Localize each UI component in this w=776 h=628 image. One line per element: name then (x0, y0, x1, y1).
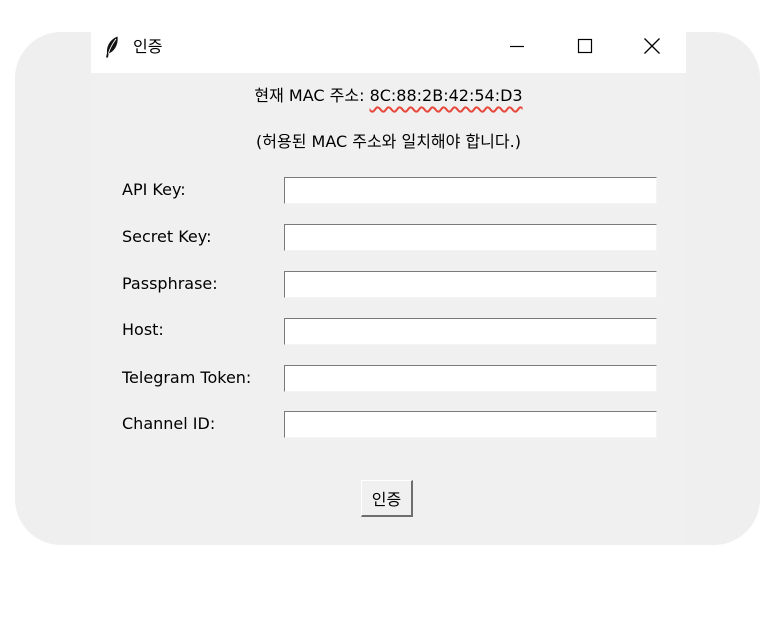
title-bar[interactable]: 인증 (91, 22, 686, 73)
close-icon (643, 37, 661, 59)
passphrase-label: Passphrase: (122, 274, 218, 293)
close-button[interactable] (618, 22, 686, 73)
window-title: 인증 (133, 37, 163, 56)
mac-address-line: 현재 MAC 주소: 8C:88:2B:42:54:D3 (91, 85, 686, 107)
host-label: Host: (122, 320, 164, 339)
secret-key-input[interactable] (284, 224, 657, 251)
telegram-token-label: Telegram Token: (122, 368, 252, 387)
minimize-button[interactable] (483, 22, 551, 73)
channel-id-input[interactable] (284, 411, 657, 438)
feather-icon (105, 36, 119, 58)
channel-id-label: Channel ID: (122, 414, 216, 433)
form-area: 현재 MAC 주소: 8C:88:2B:42:54:D3 (허용된 MAC 주소… (91, 73, 686, 545)
mac-address-prefix: 현재 MAC 주소: (254, 86, 370, 105)
telegram-token-input[interactable] (284, 365, 657, 392)
minimize-icon (509, 38, 525, 58)
passphrase-input[interactable] (284, 271, 657, 298)
maximize-button[interactable] (551, 22, 619, 73)
api-key-label: API Key: (122, 180, 186, 199)
api-key-input[interactable] (284, 177, 657, 204)
secret-key-label: Secret Key: (122, 227, 212, 246)
maximize-icon (577, 38, 593, 58)
mac-address-value: 8C:88:2B:42:54:D3 (369, 86, 523, 105)
host-input[interactable] (284, 318, 657, 345)
authenticate-button[interactable]: 인증 (361, 480, 413, 517)
mac-hint-text: (허용된 MAC 주소와 일치해야 합니다.) (256, 132, 521, 151)
auth-window: 인증 현재 MAC 주소: 8C:88:2B:42:54:D3 (허용된 MAC… (91, 22, 686, 545)
